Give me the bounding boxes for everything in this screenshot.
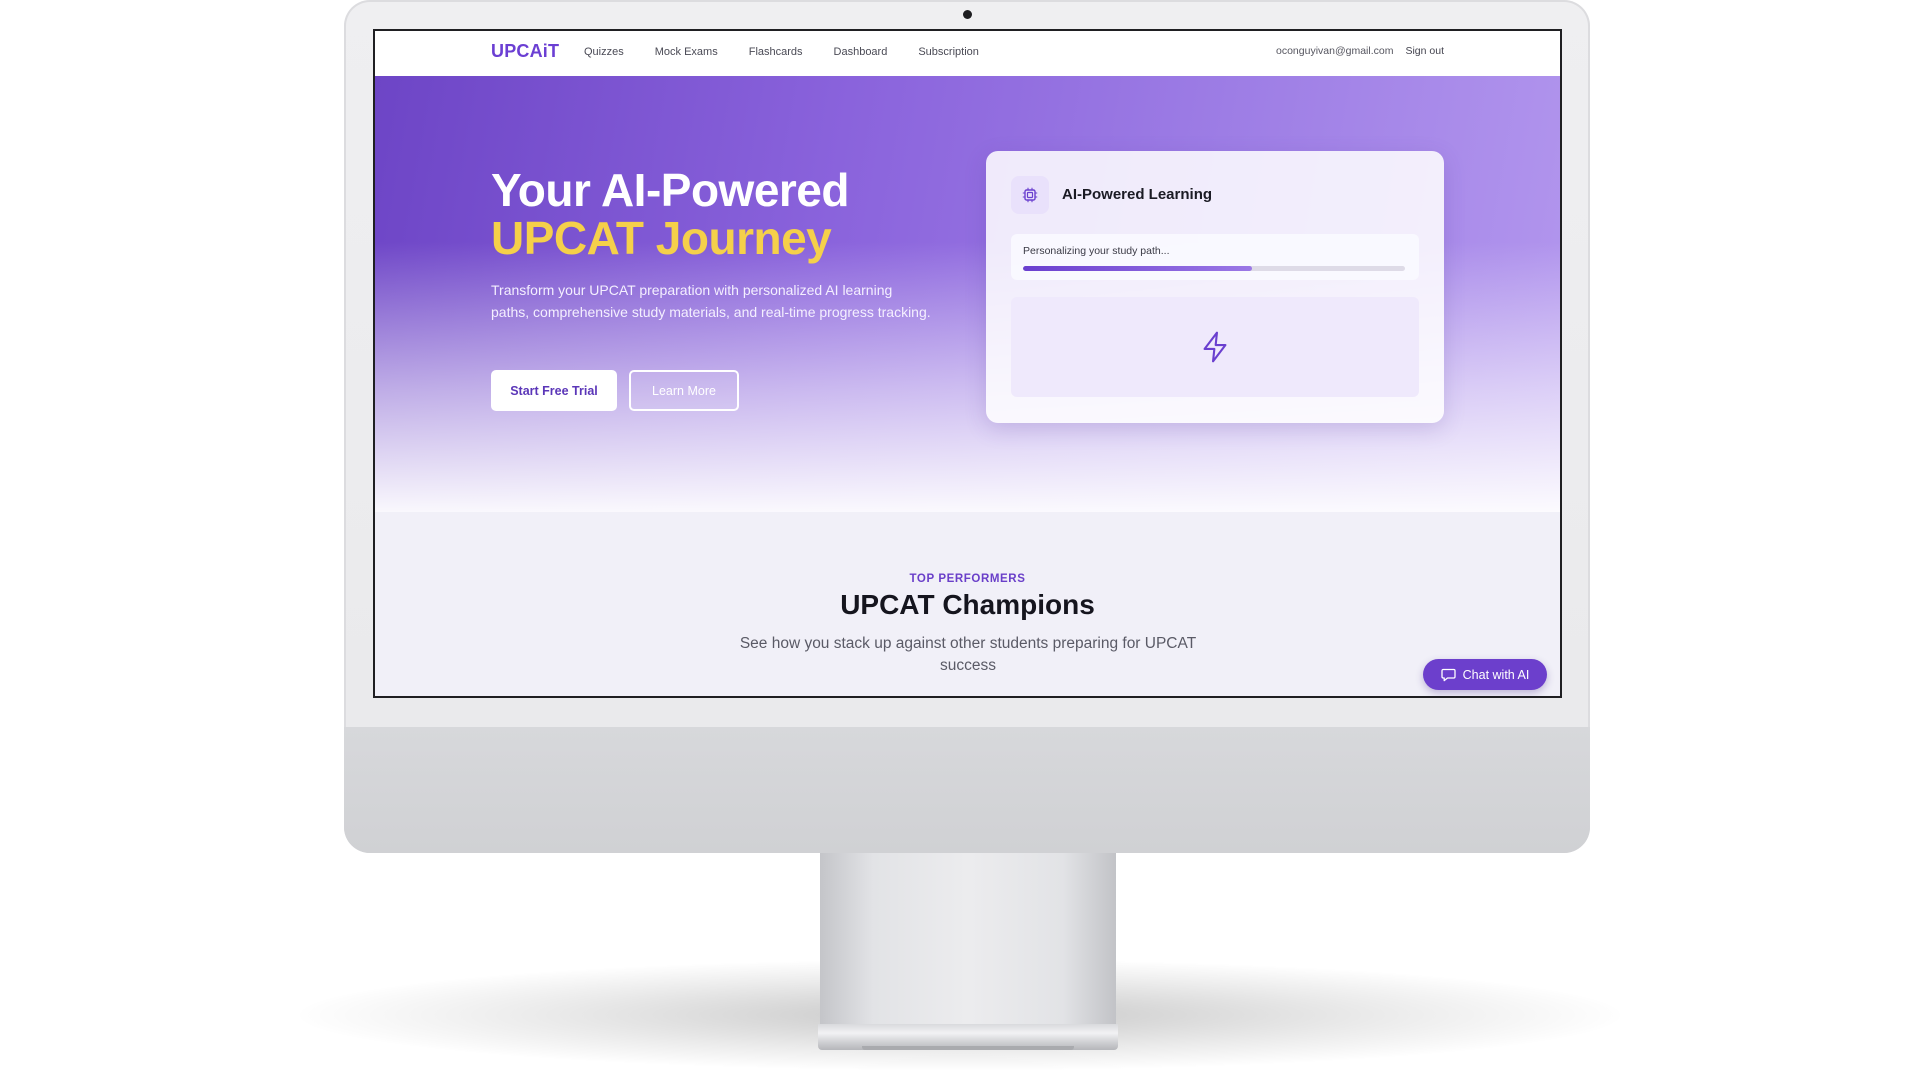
chat-bubble-icon (1440, 668, 1456, 681)
nav-link-mock-exams[interactable]: Mock Exams (655, 46, 718, 58)
desktop-stage: UPCAiT Quizzes Mock Exams Flashcards Das… (0, 0, 1920, 1080)
progress-label: Personalizing your study path... (1023, 245, 1170, 257)
lightning-bolt-icon (1203, 331, 1227, 363)
hero-title-line1: Your AI-Powered (491, 164, 849, 216)
cpu-chip-icon (1011, 176, 1049, 214)
hero-title: Your AI-Powered UPCAT Journey (491, 166, 849, 262)
nav-link-flashcards[interactable]: Flashcards (749, 46, 803, 58)
learn-more-button[interactable]: Learn More (629, 370, 739, 411)
chat-with-ai-button[interactable]: Chat with AI (1423, 659, 1547, 690)
top-navbar: UPCAiT Quizzes Mock Exams Flashcards Das… (375, 31, 1560, 76)
brand-logo[interactable]: UPCAiT (491, 41, 559, 62)
nav-link-quizzes[interactable]: Quizzes (584, 46, 624, 58)
webcam-icon (963, 10, 972, 19)
user-email: oconguyivan@gmail.com (1276, 45, 1394, 57)
ai-learning-card: AI-Powered Learning Personalizing your s… (986, 151, 1444, 423)
card-title: AI-Powered Learning (1062, 186, 1213, 203)
progress-track (1023, 266, 1405, 271)
section-eyebrow: TOP PERFORMERS (909, 573, 1026, 585)
section-title: UPCAT Champions (840, 589, 1095, 620)
nav-links: Quizzes Mock Exams Flashcards Dashboard … (584, 46, 979, 58)
sign-out-link[interactable]: Sign out (1405, 45, 1444, 57)
hero-section: Your AI-Powered UPCAT Journey Transform … (375, 76, 1560, 512)
section-subtitle: See how you stack up against other stude… (739, 635, 1197, 674)
hero-subtitle: Transform your UPCAT preparation with pe… (491, 282, 931, 320)
monitor-chin (344, 727, 1590, 853)
start-free-trial-button[interactable]: Start Free Trial (491, 370, 617, 411)
hero-title-line2: UPCAT Journey (491, 212, 832, 264)
feature-panel (1011, 297, 1419, 397)
nav-user-area: oconguyivan@gmail.com Sign out (1276, 45, 1444, 57)
monitor-stand (820, 848, 1116, 1033)
browser-screen: UPCAiT Quizzes Mock Exams Flashcards Das… (373, 29, 1562, 698)
nav-link-dashboard[interactable]: Dashboard (834, 46, 888, 58)
nav-link-subscription[interactable]: Subscription (918, 46, 979, 58)
top-performers-section: TOP PERFORMERS UPCAT Champions See how y… (375, 512, 1560, 696)
progress-fill (1023, 266, 1253, 271)
monitor-stand-base-lip (862, 1046, 1074, 1050)
chat-button-label: Chat with AI (1462, 667, 1530, 682)
progress-panel: Personalizing your study path... (1011, 234, 1419, 280)
